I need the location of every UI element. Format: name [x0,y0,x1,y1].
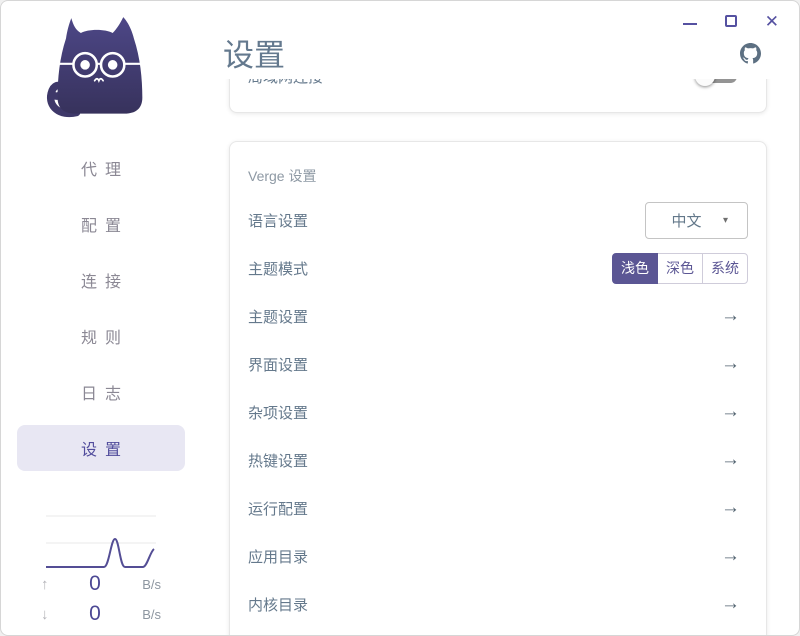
app-logo [1,1,201,145]
setting-label-clipped: 局域网连接 [248,79,323,87]
arrow-right-icon[interactable]: → [721,353,740,375]
language-setting-row: 语言设置 中文 ▾ [230,196,766,244]
close-button[interactable]: ✕ [765,13,779,30]
sidebar-item-settings[interactable]: 设置 [17,425,185,471]
minimize-button[interactable] [683,17,697,25]
sidebar-item-logs[interactable]: 日志 [17,369,185,415]
main-panel: ✕ 设置 局域网连接 [201,1,799,635]
interface-settings-row[interactable]: 界面设置 → [230,340,766,388]
sidebar-item-connections[interactable]: 连接 [17,257,185,303]
app-directory-label: 应用目录 [248,546,308,567]
runtime-config-label: 运行配置 [248,498,308,519]
arrow-right-icon[interactable]: → [721,401,740,423]
download-speed-value: 0 [63,602,127,626]
hotkey-settings-row[interactable]: 热键设置 → [230,436,766,484]
upload-arrow-icon: ↑ [41,576,63,593]
language-select-value: 中文 [646,210,723,231]
interface-settings-label: 界面设置 [248,354,308,375]
sidebar-spacer [1,481,201,509]
settings-scroll-area[interactable]: 局域网连接 Verge 设置 语言设置 中文 ▾ [201,79,799,635]
misc-settings-label: 杂项设置 [248,402,308,423]
github-button[interactable] [740,43,761,69]
app-directory-row[interactable]: 应用目录 → [230,532,766,580]
sidebar-item-rules[interactable]: 规则 [17,313,185,359]
core-directory-row[interactable]: 内核目录 → [230,580,766,628]
core-directory-label: 内核目录 [248,594,308,615]
section-title: Verge 设置 [248,166,316,186]
traffic-graph [41,509,161,569]
upload-speed-row: ↑ 0 B/s [41,569,161,599]
sidebar-item-profiles[interactable]: 配置 [17,201,185,247]
download-arrow-icon: ↓ [41,606,63,623]
language-select[interactable]: 中文 ▾ [645,202,748,239]
download-speed-unit: B/s [127,607,161,622]
upload-speed-value: 0 [63,572,127,596]
maximize-icon [725,15,737,27]
sidebar-nav: 代理 配置 连接 规则 日志 设置 [1,145,201,481]
runtime-config-row[interactable]: 运行配置 → [230,484,766,532]
arrow-right-icon[interactable]: → [721,593,740,615]
window-controls: ✕ [663,1,799,41]
clash-settings-card-partial: 局域网连接 [229,79,767,113]
switch-thumb [695,79,715,86]
theme-settings-row[interactable]: 主题设置 → [230,292,766,340]
language-label: 语言设置 [248,210,308,231]
github-icon [740,43,761,64]
arrow-right-icon[interactable]: → [721,497,740,519]
traffic-panel: ↑ 0 B/s ↓ 0 B/s [1,509,201,635]
theme-mode-label: 主题模式 [248,258,308,279]
theme-light-button[interactable]: 浅色 [612,253,658,284]
minimize-icon [683,23,697,25]
hotkey-settings-label: 热键设置 [248,450,308,471]
verge-settings-card: Verge 设置 语言设置 中文 ▾ 主题模式 浅色 深色 系统 [229,141,767,635]
maximize-button[interactable] [725,15,737,27]
sidebar: 代理 配置 连接 规则 日志 设置 ↑ 0 B/s ↓ 0 B/s [1,1,201,635]
toggle-switch[interactable] [695,79,737,86]
setting-row-clipped: 局域网连接 [230,79,766,112]
arrow-right-icon[interactable]: → [721,305,740,327]
misc-settings-row[interactable]: 杂项设置 → [230,388,766,436]
arrow-right-icon[interactable]: → [721,449,740,471]
section-header: Verge 设置 [230,156,766,196]
theme-system-button[interactable]: 系统 [702,253,748,284]
arrow-right-icon[interactable]: → [721,545,740,567]
cat-logo-icon [42,15,160,121]
chevron-down-icon: ▾ [723,215,747,226]
theme-dark-button[interactable]: 深色 [657,253,703,284]
download-speed-row: ↓ 0 B/s [41,599,161,629]
upload-speed-unit: B/s [127,577,161,592]
app-window: 代理 配置 连接 规则 日志 设置 ↑ 0 B/s ↓ 0 B/s [0,0,800,636]
theme-mode-group: 浅色 深色 系统 [612,253,748,284]
sidebar-item-proxies[interactable]: 代理 [17,145,185,191]
theme-settings-label: 主题设置 [248,306,308,327]
theme-mode-row: 主题模式 浅色 深色 系统 [230,244,766,292]
